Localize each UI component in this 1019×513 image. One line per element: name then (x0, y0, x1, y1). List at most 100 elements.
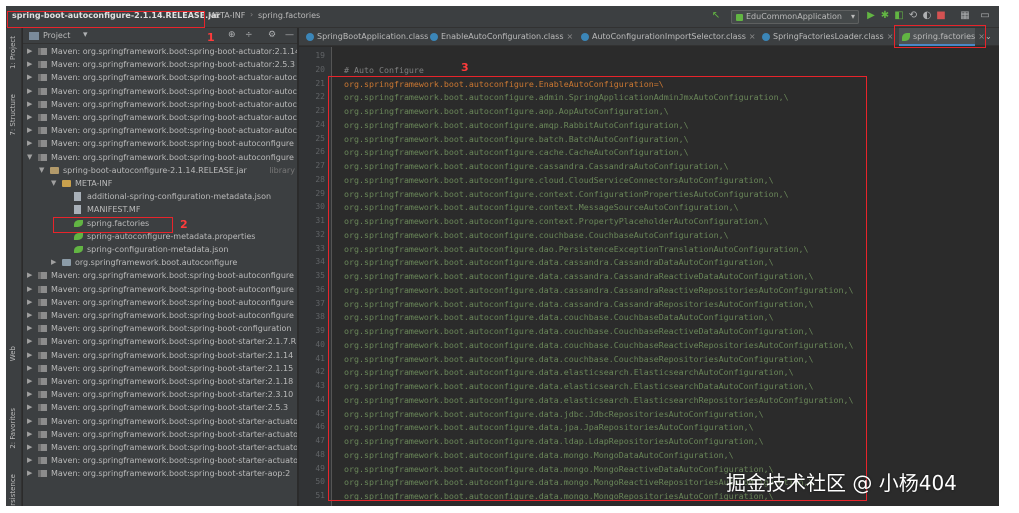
breadcrumb-jar[interactable]: spring-boot-autoconfigure-2.1.14.RELEASE… (12, 11, 220, 20)
run-icon[interactable]: ▶ (865, 10, 877, 22)
editor-tab[interactable]: SpringBootApplication.class× (303, 28, 438, 46)
tree-row-maven-library[interactable]: ▶ Maven: org.springframework.boot:spring-… (23, 283, 297, 296)
tree-row-maven-library[interactable]: ▶ Maven: org.springframework.boot:spring-… (23, 375, 297, 388)
collapse-arrow-icon[interactable]: ▶ (27, 111, 35, 124)
collapse-arrow-icon[interactable]: ▶ (27, 71, 35, 84)
collapse-icon[interactable]: ÷ (245, 30, 253, 40)
collapse-arrow-icon[interactable]: ▶ (27, 401, 35, 414)
tree-row-maven-library[interactable]: ▼ Maven: org.springframework.boot:spring-… (23, 151, 297, 164)
tree-row-maven-library[interactable]: ▶ Maven: org.springframework.boot:spring-… (23, 58, 297, 71)
persistence-tool-tab[interactable]: Persistence (9, 474, 17, 506)
close-icon[interactable]: × (978, 32, 985, 41)
collapse-arrow-icon[interactable]: ▶ (27, 98, 35, 111)
tree-row-maven-library[interactable]: ▶ Maven: org.springframework.boot:spring-… (23, 454, 297, 467)
chevron-down-icon[interactable]: ▾ (83, 30, 88, 40)
tree-row-maven-library[interactable]: ▶ Maven: org.springframework.boot:spring-… (23, 388, 297, 401)
collapse-arrow-icon[interactable]: ▶ (27, 467, 35, 480)
collapse-arrow-icon[interactable]: ▶ (51, 256, 59, 269)
tree-row-maven-library[interactable]: ▶ Maven: org.springframework.boot:spring-… (23, 124, 297, 137)
line-number: 50 (315, 477, 325, 487)
collapse-arrow-icon[interactable]: ▶ (27, 362, 35, 375)
project-panel-title[interactable]: Project (43, 31, 70, 40)
tree-row[interactable]: MANIFEST.MF (23, 203, 297, 216)
run-configuration-select[interactable]: EduCommonApplication ▾ (731, 10, 859, 24)
close-icon[interactable]: × (749, 32, 756, 41)
collapse-arrow-icon[interactable]: ▶ (27, 335, 35, 348)
collapse-arrow-icon[interactable]: ▶ (27, 296, 35, 309)
collapse-arrow-icon[interactable]: ▶ (27, 137, 35, 150)
hammer-build-icon[interactable]: ↖ (710, 10, 722, 22)
tree-row-maven-library[interactable]: ▶ Maven: org.springframework.boot:spring-… (23, 85, 297, 98)
code-editor[interactable]: 19 20 21 22 23 24 25 26 27 28 29 30 31 32 33 34 35 36 37 38… (299, 47, 999, 506)
library-icon (38, 100, 47, 108)
expand-arrow-icon[interactable]: ▼ (27, 151, 35, 164)
collapse-arrow-icon[interactable]: ▶ (27, 283, 35, 296)
tree-row[interactable]: ▶ org.springframework.boot.autoconfigure (23, 256, 297, 269)
collapse-arrow-icon[interactable]: ▶ (27, 375, 35, 388)
collapse-arrow-icon[interactable]: ▶ (27, 85, 35, 98)
attach-icon[interactable]: ◐ (921, 10, 933, 22)
project-panel: Project ▾ ⊕ ÷ ⚙ — ▶ Maven: org.springfram… (23, 28, 298, 506)
locate-icon[interactable]: ⊕ (228, 30, 236, 40)
tree-row-maven-library[interactable]: ▶ Maven: org.springframework.boot:spring-… (23, 269, 297, 282)
expand-arrow-icon[interactable]: ▼ (51, 177, 59, 190)
debug-icon[interactable]: ✱ (879, 10, 891, 22)
collapse-arrow-icon[interactable]: ▶ (27, 441, 35, 454)
code-line: org.springframework.boot.autoconfigure.d… (344, 381, 814, 391)
gear-icon[interactable]: ⚙ (268, 30, 276, 40)
tree-row-maven-library[interactable]: ▶ Maven: org.springframework.boot:spring-… (23, 401, 297, 414)
collapse-arrow-icon[interactable]: ▶ (27, 58, 35, 71)
tree-row-maven-library[interactable]: ▶ Maven: org.springframework.boot:spring-… (23, 362, 297, 375)
collapse-arrow-icon[interactable]: ▶ (27, 454, 35, 467)
tree-row-maven-library[interactable]: ▶ Maven: org.springframework.boot:spring-… (23, 111, 297, 124)
collapse-arrow-icon[interactable]: ▶ (27, 269, 35, 282)
collapse-arrow-icon[interactable]: ▶ (27, 388, 35, 401)
favorites-tool-tab[interactable]: 2: Favorites (9, 408, 17, 449)
tree-row-maven-library[interactable]: ▶ Maven: org.springframework.boot:spring-… (23, 322, 297, 335)
profile-icon[interactable]: ⟲ (907, 10, 919, 22)
coverage-icon[interactable]: ◧ (893, 10, 905, 22)
tree-row-maven-library[interactable]: ▶ Maven: org.springframework.boot:spring-… (23, 71, 297, 84)
tree-row-maven-library[interactable]: ▶ Maven: org.springframework.boot:spring-… (23, 296, 297, 309)
editor-tab[interactable]: EnableAutoConfiguration.class × (427, 28, 575, 46)
tree-row-maven-library[interactable]: ▶ Maven: org.springframework.boot:spring-… (23, 137, 297, 150)
close-icon[interactable]: × (887, 32, 894, 41)
tree-row-maven-library[interactable]: ▶ Maven: org.springframework.boot:spring-… (23, 467, 297, 480)
breadcrumb-spring-factories[interactable]: spring.factories (258, 11, 320, 20)
project-structure-icon[interactable]: ▦ (959, 10, 971, 22)
web-tool-tab[interactable]: Web (9, 346, 17, 361)
tree-row[interactable]: additional-spring-configuration-metadata… (23, 190, 297, 203)
collapse-arrow-icon[interactable]: ▶ (27, 349, 35, 362)
collapse-arrow-icon[interactable]: ▶ (27, 124, 35, 137)
tree-row-maven-library[interactable]: ▶ Maven: org.springframework.boot:spring-… (23, 335, 297, 348)
tree-row-maven-library[interactable]: ▶ Maven: org.springframework.boot:spring-… (23, 441, 297, 454)
tree-row-maven-library[interactable]: ▶ Maven: org.springframework.boot:spring-… (23, 415, 297, 428)
tree-row-maven-library[interactable]: ▶ Maven: org.springframework.boot:spring-… (23, 98, 297, 111)
stop-icon[interactable]: ■ (935, 10, 947, 22)
hide-icon[interactable]: — (285, 30, 294, 40)
editor-tab[interactable]: AutoConfigurationImportSelector.class × (578, 28, 756, 46)
tree-row[interactable]: spring-autoconfigure-metadata.properties (23, 230, 297, 243)
collapse-arrow-icon[interactable]: ▶ (27, 428, 35, 441)
structure-tool-tab[interactable]: 7: Structure (9, 94, 17, 136)
tree-row[interactable]: ▼ META-INF (23, 177, 297, 190)
editor-tab[interactable]: spring.factories × (899, 28, 985, 46)
collapse-arrow-icon[interactable]: ▶ (27, 322, 35, 335)
tree-row-maven-library[interactable]: ▶ Maven: org.springframework.boot:spring-… (23, 428, 297, 441)
tree-row-maven-library[interactable]: ▶ Maven: org.springframework.boot:spring-… (23, 45, 297, 58)
project-tool-tab[interactable]: 1: Project (9, 36, 17, 69)
window-icon[interactable]: ▭ (979, 10, 991, 22)
tree-row-maven-library[interactable]: ▶ Maven: org.springframework.boot:spring-… (23, 309, 297, 322)
tree-row[interactable]: spring.factories (23, 217, 297, 230)
tree-row-maven-library[interactable]: ▶ Maven: org.springframework.boot:spring-… (23, 349, 297, 362)
collapse-arrow-icon[interactable]: ▶ (27, 45, 35, 58)
tab-overflow-icon[interactable]: ⌄ (985, 28, 992, 46)
breadcrumb-meta-inf[interactable]: META-INF (208, 11, 245, 20)
collapse-arrow-icon[interactable]: ▶ (27, 309, 35, 322)
collapse-arrow-icon[interactable]: ▶ (27, 415, 35, 428)
editor-tab[interactable]: SpringFactoriesLoader.class × (759, 28, 895, 46)
close-icon[interactable]: × (566, 32, 573, 41)
tree-row[interactable]: ▼ spring-boot-autoconfigure-2.1.14.RELEAS… (23, 164, 297, 177)
tree-row[interactable]: spring-configuration-metadata.json (23, 243, 297, 256)
expand-arrow-icon[interactable]: ▼ (39, 164, 47, 177)
